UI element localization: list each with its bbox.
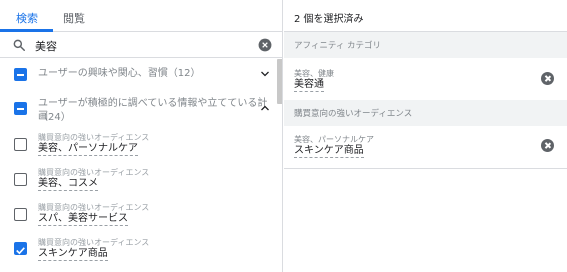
selected-header: 2 個を選択済み [284, 0, 567, 32]
section-title: アフィニティ カテゴリ [294, 41, 382, 51]
check-icon [16, 247, 25, 255]
selected-item-label: スキンケア商品 [294, 145, 364, 158]
tab-browse[interactable]: 閲覧 [63, 10, 85, 26]
list-item[interactable]: 購買意向の強いオーディエンス 美容、コスメ [0, 163, 277, 197]
selected-item-category: 美容、健康 [294, 69, 334, 78]
section-header: 購買意向の強いオーディエンス [284, 100, 567, 126]
scrollbar[interactable] [277, 59, 282, 104]
item-label: 美容、パーソナルケア [38, 143, 138, 156]
section-header: アフィニティ カテゴリ [284, 32, 567, 58]
remove-icon[interactable] [541, 139, 554, 152]
divider [284, 168, 567, 169]
item-label: スパ、美容サービス [38, 213, 128, 226]
item-category: 購買意向の強いオーディエンス [38, 168, 150, 177]
search-input[interactable]: 美容 [35, 38, 57, 54]
list-item[interactable]: 購買意向の強いオーディエンス 美容、パーソナルケア [0, 128, 277, 162]
remove-icon[interactable] [541, 72, 554, 85]
item-checkbox[interactable] [14, 173, 27, 186]
category-label-line1: ユーザーが積極的に調べている情報や立てている計画 [38, 98, 268, 122]
chevron-down-icon[interactable] [259, 68, 271, 80]
audience-browser-panel: 検索 閲覧 美容 ユーザーの興味や関心、習慣（12） ユーザーが積極的に調べてい… [0, 0, 283, 272]
category-row-in-market[interactable]: ユーザーが積極的に調べている情報や立てている計画 （24） [0, 92, 277, 128]
selected-item-label: 美容通 [294, 79, 324, 92]
category-label: ユーザーの興味や関心、習慣（12） [38, 68, 201, 79]
item-category: 購買意向の強いオーディエンス [38, 133, 150, 142]
list-item[interactable]: 購買意向の強いオーディエンス スパ、美容サービス [0, 198, 277, 232]
item-category: 購買意向の強いオーディエンス [38, 238, 150, 247]
item-checkbox-checked[interactable] [14, 242, 27, 255]
search-icon [13, 39, 25, 51]
search-bar: 美容 [0, 32, 282, 58]
tab-search[interactable]: 検索 [16, 10, 38, 26]
chevron-up-icon[interactable] [259, 102, 271, 114]
category-row-interests[interactable]: ユーザーの興味や関心、習慣（12） [0, 59, 277, 89]
selected-item: 美容、パーソナルケア スキンケア商品 [284, 126, 567, 168]
item-label: スキンケア商品 [38, 248, 108, 261]
selected-audiences-panel: 2 個を選択済み アフィニティ カテゴリ 美容、健康 美容通 購買意向の強いオー… [284, 0, 567, 272]
section-title: 購買意向の強いオーディエンス [294, 109, 413, 119]
item-category: 購買意向の強いオーディエンス [38, 203, 150, 212]
list-item[interactable]: 購買意向の強いオーディエンス スキンケア商品 [0, 233, 277, 267]
category-checkbox[interactable] [14, 102, 27, 115]
selected-count-title: 2 個を選択済み [294, 14, 364, 25]
item-checkbox[interactable] [14, 138, 27, 151]
item-checkbox[interactable] [14, 208, 27, 221]
tab-bar: 検索 閲覧 [0, 0, 282, 32]
item-label: 美容、コスメ [38, 178, 98, 191]
selected-item: 美容、健康 美容通 [284, 58, 567, 100]
category-checkbox[interactable] [14, 68, 27, 81]
clear-search-icon[interactable] [258, 38, 272, 52]
category-label-line2: （24） [38, 112, 71, 123]
selected-item-category: 美容、パーソナルケア [294, 135, 374, 144]
